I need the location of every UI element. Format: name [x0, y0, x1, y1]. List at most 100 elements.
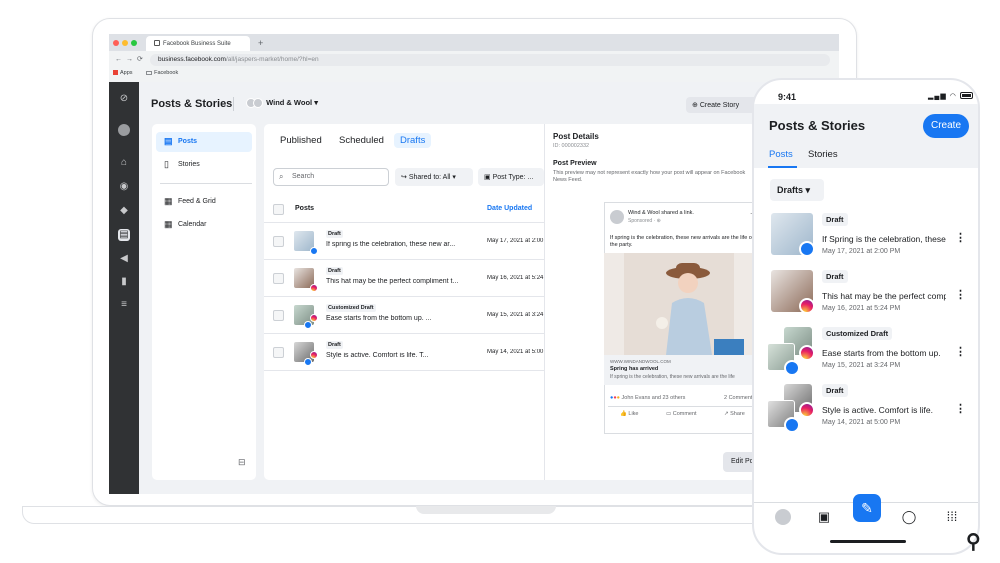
new-tab-button[interactable]: +	[258, 38, 263, 48]
draft-badge: Draft	[326, 341, 343, 349]
draft-badge: Draft	[822, 213, 848, 226]
subnav-stories[interactable]: ▯ Stories	[156, 155, 252, 175]
posts-stories-icon[interactable]: ▤	[118, 229, 130, 241]
post-details-title: Post Details	[553, 132, 599, 141]
browser-tab-title: Facebook Business Suite	[163, 41, 231, 47]
more-options-icon[interactable]: ⋮	[955, 231, 966, 244]
home-icon[interactable]: ⌂	[118, 157, 130, 169]
table-row[interactable]: Draft This hat may be the perfect compli…	[264, 260, 544, 297]
collapse-panel-icon[interactable]: ⊟	[238, 457, 246, 468]
posts-tab-icon[interactable]: ▣	[816, 509, 832, 525]
mobile-tab-stories[interactable]: Stories	[808, 149, 838, 160]
business-suite-logo-icon[interactable]: ⊘	[118, 93, 130, 105]
maximize-window-button[interactable]	[131, 40, 137, 46]
drafts-dropdown[interactable]: Drafts ▾	[770, 179, 824, 201]
col-date-updated[interactable]: Date Updated	[487, 205, 532, 212]
insights-icon[interactable]: ▮	[118, 276, 130, 288]
list-item[interactable]: Draft This hat may be the perfect compli…	[754, 270, 978, 327]
table-header: Posts Date Updated	[264, 197, 544, 223]
drafts-dropdown-label: Drafts	[777, 185, 804, 195]
like-label: Like	[628, 411, 639, 417]
tab-scheduled[interactable]: Scheduled	[339, 135, 384, 146]
bookmark-facebook[interactable]: Facebook	[146, 70, 178, 76]
compose-icon[interactable]: ✎	[853, 494, 881, 522]
like-button[interactable]: 👍 Like	[620, 411, 638, 417]
facebook-icon	[304, 358, 312, 366]
inbox-tab-icon[interactable]: ◯	[901, 509, 917, 525]
post-date: May 14, 2021 at 5:00 PM	[487, 349, 544, 355]
bookmark-apps[interactable]: Apps	[113, 70, 133, 76]
table-row[interactable]: Customized Draft Ease starts from the bo…	[264, 297, 544, 334]
bookmarks-bar: Apps Facebook	[113, 70, 190, 76]
sponsored-label: Sponsored · ⊕	[628, 218, 661, 224]
reactions-text: John Evans and 23 others	[621, 395, 686, 401]
actions-divider	[608, 406, 756, 407]
status-icons: ▂▄▆ ◠	[928, 92, 973, 100]
shared-to-filter[interactable]: ↪ Shared to: All ▾	[395, 168, 473, 186]
url-bar[interactable]: business.facebook.com/all/jaspers-market…	[150, 54, 830, 66]
reactions-summary: ●●● John Evans and 23 others	[610, 395, 685, 401]
facebook-icon	[784, 360, 800, 376]
facebook-icon	[310, 247, 318, 255]
list-item[interactable]: Customized Draft Ease starts from the bo…	[754, 327, 978, 384]
draft-badge: Draft	[822, 384, 848, 397]
more-options-icon[interactable]: ⋮	[955, 345, 966, 358]
subnav-stories-label: Stories	[178, 161, 200, 168]
close-window-button[interactable]	[113, 40, 119, 46]
comment-button[interactable]: ▭ Comment	[666, 411, 697, 417]
preview-image	[604, 253, 756, 355]
more-options-icon[interactable]: ⋮	[955, 288, 966, 301]
stories-icon: ▯	[164, 159, 169, 169]
minimize-window-button[interactable]	[122, 40, 128, 46]
browser-tab[interactable]: Facebook Business Suite	[146, 36, 250, 51]
profile-tab-avatar[interactable]	[775, 509, 791, 525]
tab-published[interactable]: Published	[280, 135, 322, 146]
row-checkbox[interactable]	[273, 236, 284, 247]
browser-nav-icons[interactable]: ←→⟳	[115, 55, 147, 63]
wifi-icon: ◠	[949, 93, 957, 100]
row-checkbox[interactable]	[273, 347, 284, 358]
inbox-icon[interactable]: ◆	[118, 205, 130, 217]
table-row[interactable]: Draft If spring is the celebration, thes…	[264, 223, 544, 260]
instagram-icon	[799, 402, 815, 418]
link-subtitle: If spring is the celebration, these new …	[610, 374, 735, 380]
search-input[interactable]: ⌕ Search	[273, 168, 389, 186]
subnav-posts[interactable]: ▤ Posts	[156, 132, 252, 152]
create-story-button[interactable]: ⊕ Create Story	[686, 97, 758, 113]
post-type-filter[interactable]: ▣ Post Type: ...	[478, 168, 544, 186]
account-avatar[interactable]	[118, 124, 130, 136]
post-preview-description: This preview may not represent exactly h…	[553, 170, 746, 183]
subnav-calendar[interactable]: ▦ Calendar	[156, 215, 252, 235]
more-options-icon[interactable]: ⋮	[955, 402, 966, 415]
share-button[interactable]: ↗ Share	[724, 411, 745, 417]
search-placeholder: Search	[292, 173, 315, 180]
draft-badge: Draft	[822, 270, 848, 283]
subnav-divider	[160, 183, 252, 184]
menu-grid-icon[interactable]: ⁞⁞⁞	[944, 509, 960, 525]
menu-icon[interactable]: ≡	[118, 299, 130, 311]
facebook-favicon-icon	[154, 40, 160, 46]
share-icon: ↪	[401, 174, 409, 181]
list-item[interactable]: Draft If Spring is the celebration, thes…	[754, 213, 978, 270]
list-item[interactable]: Draft Style is active. Comfort is life. …	[754, 384, 978, 441]
tab-drafts[interactable]: Drafts	[394, 133, 432, 148]
account-switcher[interactable]: Wind & Wool ▾	[246, 98, 318, 108]
select-all-checkbox[interactable]	[273, 204, 284, 215]
post-text: If spring is the celebration, these new …	[326, 241, 456, 248]
row-checkbox[interactable]	[273, 310, 284, 321]
zoom-icon[interactable]: ⚲	[966, 529, 981, 554]
row-checkbox[interactable]	[273, 273, 284, 284]
notifications-icon[interactable]: ◉	[118, 181, 130, 193]
mobile-create-button[interactable]: Create	[923, 114, 969, 138]
mobile-tab-posts[interactable]: Posts	[769, 149, 793, 160]
bookmark-apps-label: Apps	[120, 70, 133, 76]
instagram-icon	[310, 314, 318, 322]
url-path: /all/jaspers-market/home/?hl=en	[225, 56, 319, 63]
ads-icon[interactable]: ◀	[118, 253, 130, 265]
shared-to-label: Shared to: All	[408, 174, 451, 181]
feed-grid-icon: ▦	[164, 196, 173, 206]
table-row[interactable]: Draft Style is active. Comfort is life. …	[264, 334, 544, 371]
subnav-feed-grid[interactable]: ▦ Feed & Grid	[156, 192, 252, 212]
customized-draft-badge: Customized Draft	[326, 304, 376, 312]
post-date: May 17, 2021 at 2:00 PM	[487, 238, 544, 244]
